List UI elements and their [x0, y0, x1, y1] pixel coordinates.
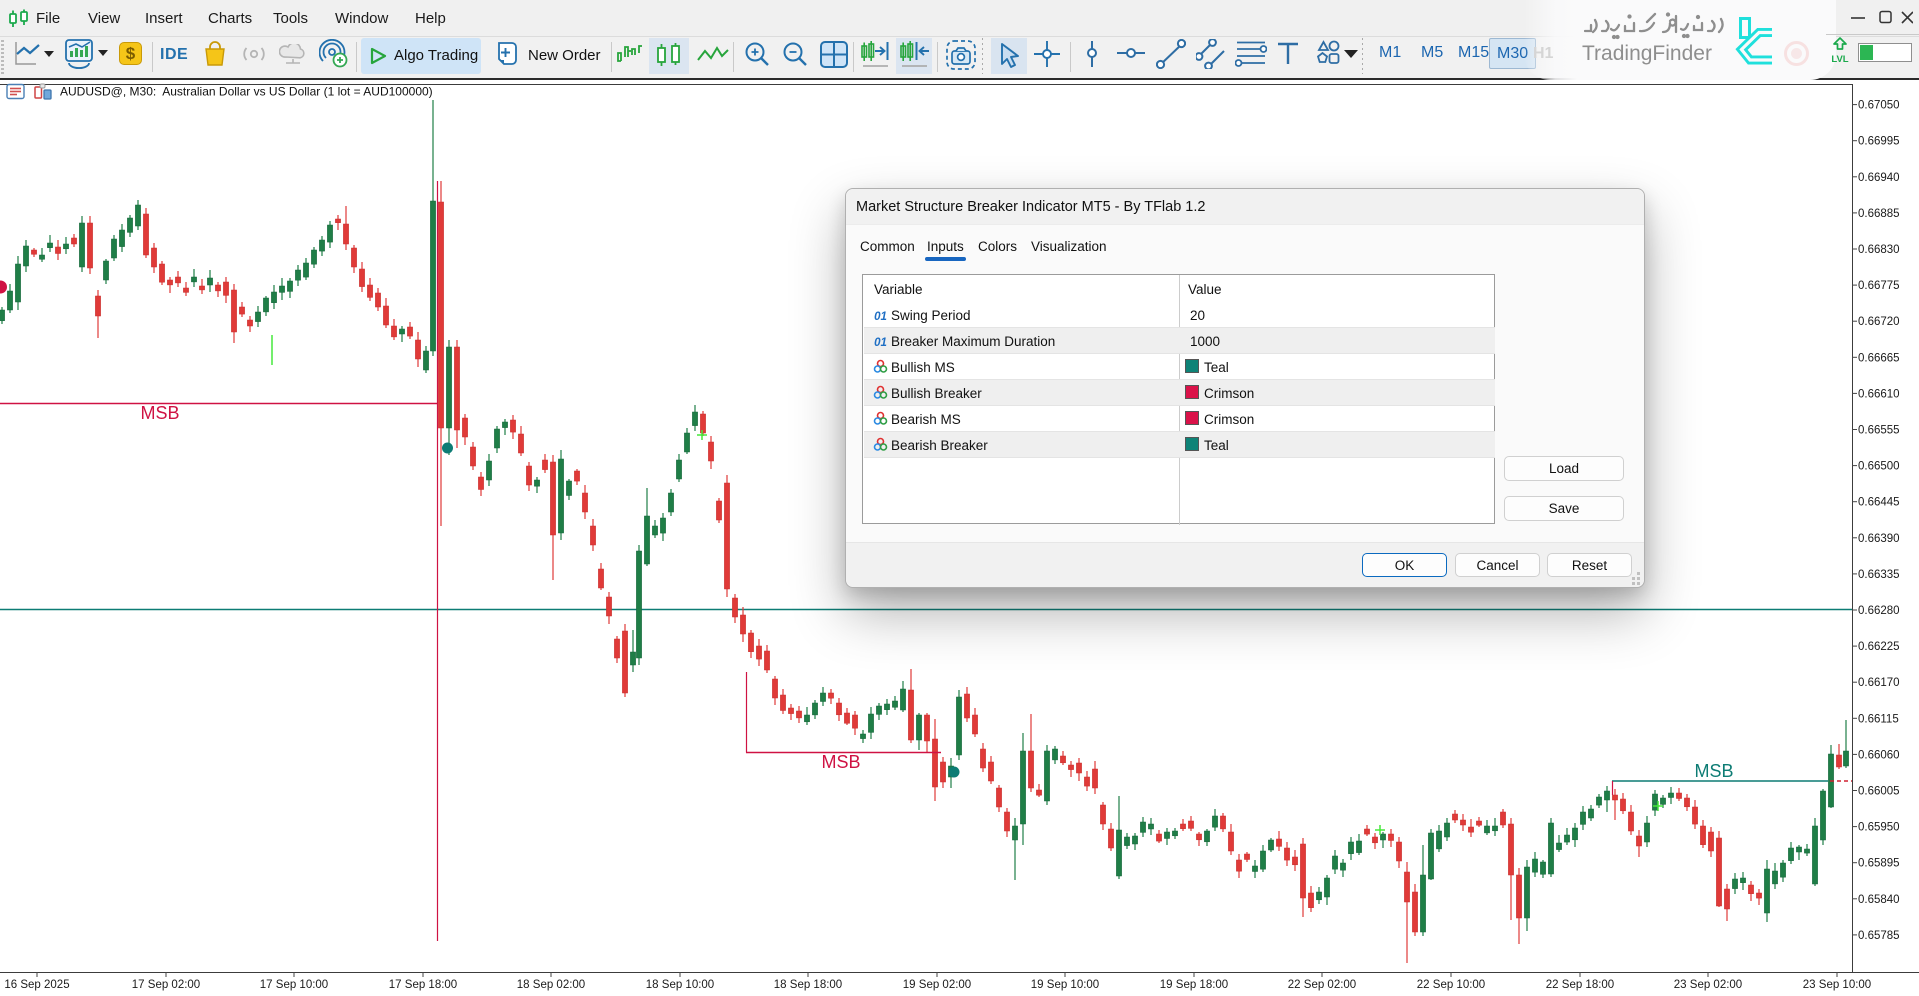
svg-text:0.66940: 0.66940 [1858, 172, 1900, 184]
svg-text:0.66830: 0.66830 [1858, 244, 1900, 256]
svg-text:0.66390: 0.66390 [1858, 533, 1900, 545]
svg-text:MSB: MSB [140, 403, 179, 423]
svg-text:0.66720: 0.66720 [1858, 316, 1900, 328]
svg-text:19 Sep 02:00: 19 Sep 02:00 [903, 979, 971, 991]
svg-text:0.66225: 0.66225 [1858, 641, 1900, 653]
svg-text:18 Sep 02:00: 18 Sep 02:00 [517, 979, 585, 991]
svg-text:0.66280: 0.66280 [1858, 605, 1900, 617]
svg-text:17 Sep 18:00: 17 Sep 18:00 [389, 979, 457, 991]
svg-text:0.65950: 0.65950 [1858, 822, 1900, 834]
svg-text:22 Sep 02:00: 22 Sep 02:00 [1288, 979, 1356, 991]
svg-text:AUDUSD@, M30: Australian Doll: AUDUSD@, M30: Australian Dollar vs US Do… [60, 85, 433, 99]
svg-text:MSB: MSB [1694, 761, 1733, 781]
svg-text:22 Sep 18:00: 22 Sep 18:00 [1546, 979, 1614, 991]
svg-text:16 Sep 2025: 16 Sep 2025 [4, 979, 69, 991]
svg-text:0.66060: 0.66060 [1858, 749, 1900, 761]
svg-text:23 Sep 10:00: 23 Sep 10:00 [1803, 979, 1871, 991]
svg-text:MSB: MSB [821, 752, 860, 772]
svg-text:0.65840: 0.65840 [1858, 894, 1900, 906]
svg-text:0.66115: 0.66115 [1858, 713, 1899, 725]
svg-text:17 Sep 02:00: 17 Sep 02:00 [132, 979, 200, 991]
svg-text:23 Sep 02:00: 23 Sep 02:00 [1674, 979, 1742, 991]
svg-text:0.65785: 0.65785 [1858, 930, 1900, 942]
svg-text:0.66885: 0.66885 [1858, 208, 1900, 220]
svg-text:0.66170: 0.66170 [1858, 677, 1900, 689]
svg-text:18 Sep 10:00: 18 Sep 10:00 [646, 979, 714, 991]
svg-text:22 Sep 10:00: 22 Sep 10:00 [1417, 979, 1485, 991]
svg-text:18 Sep 18:00: 18 Sep 18:00 [774, 979, 842, 991]
svg-text:17 Sep 10:00: 17 Sep 10:00 [260, 979, 328, 991]
svg-text:0.65895: 0.65895 [1858, 858, 1900, 870]
svg-text:LVL: LVL [1831, 54, 1848, 65]
svg-text:0.66665: 0.66665 [1858, 352, 1900, 364]
svg-text:0.66995: 0.66995 [1858, 136, 1900, 148]
svg-text:0.66500: 0.66500 [1858, 461, 1900, 473]
svg-text:0.66555: 0.66555 [1858, 425, 1900, 437]
svg-text:0.67050: 0.67050 [1858, 100, 1900, 112]
svg-text:0.66775: 0.66775 [1858, 280, 1900, 292]
svg-text:19 Sep 18:00: 19 Sep 18:00 [1160, 979, 1228, 991]
svg-text:19 Sep 10:00: 19 Sep 10:00 [1031, 979, 1099, 991]
svg-text:0.66445: 0.66445 [1858, 497, 1900, 509]
svg-text:0.66610: 0.66610 [1858, 388, 1900, 400]
svg-text:0.66005: 0.66005 [1858, 786, 1900, 798]
svg-text:0.66335: 0.66335 [1858, 569, 1900, 581]
